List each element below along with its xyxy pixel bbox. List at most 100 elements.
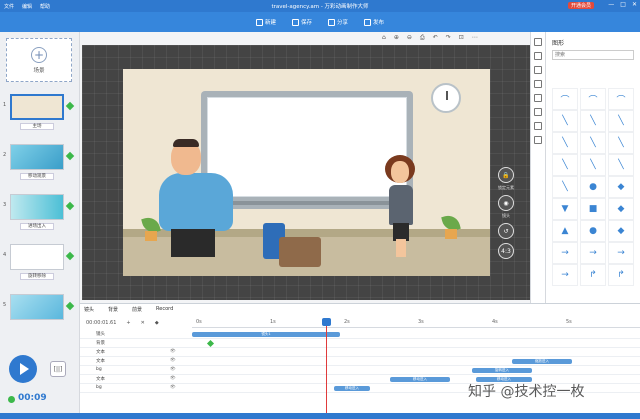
key-prev-icon[interactable]: ◆ (155, 320, 159, 326)
shape-item[interactable]: ╲ (608, 154, 634, 176)
animation-bar[interactable]: 缩放进入 (512, 359, 572, 364)
home-icon[interactable]: ⌂ (382, 34, 386, 42)
scene-item[interactable]: 1 主场 (3, 94, 75, 130)
shape-item[interactable]: ╲ (552, 154, 578, 176)
add-key-icon[interactable]: + (126, 320, 130, 326)
fit-icon[interactable]: ⊡ (459, 34, 464, 42)
transition-icon[interactable] (65, 151, 75, 161)
scene-item[interactable]: 4 旋转移除 (3, 244, 75, 280)
playhead-handle[interactable] (322, 318, 331, 326)
visibility-icon[interactable]: 👁 (170, 376, 176, 381)
timeline-ruler[interactable]: 0s 1s 2s 3s 4s 5s (192, 318, 640, 328)
clock-icon[interactable] (431, 83, 461, 113)
animation-bar[interactable]: 移动进入 (390, 377, 450, 382)
save-button[interactable]: 保存 (291, 18, 312, 26)
transition-icon[interactable] (65, 101, 75, 111)
scene-item[interactable]: 2 移动观景 (3, 144, 75, 180)
shape-item[interactable]: → (580, 242, 606, 264)
redo-icon[interactable]: ↷ (446, 34, 451, 42)
shape-item[interactable]: ■ (580, 198, 606, 220)
animation-bar[interactable]: 移动进入 (334, 386, 370, 391)
tab-foreground[interactable]: 前景 (132, 306, 142, 313)
timeline-row[interactable]: 文本 👁 缩放进入 (80, 357, 640, 366)
playhead[interactable] (326, 320, 327, 419)
zoom-in-icon[interactable]: ⊕ (394, 34, 399, 42)
undo-icon[interactable]: ↶ (433, 34, 438, 42)
shape-item[interactable]: ↱ (580, 264, 606, 286)
transition-icon[interactable] (65, 301, 75, 311)
keyframe-icon[interactable] (206, 339, 215, 348)
shape-item[interactable]: ↱ (608, 264, 634, 286)
man-character[interactable] (159, 173, 233, 231)
shape-item[interactable]: ⌒ (580, 88, 606, 110)
shape-item[interactable]: ╲ (552, 132, 578, 154)
transition-icon[interactable] (65, 201, 75, 211)
print-icon[interactable]: ⎙ (420, 34, 425, 42)
shape-search-input[interactable]: 搜索 (552, 50, 634, 60)
record-icon[interactable]: ◉ (498, 195, 514, 211)
timeline-row[interactable]: 镜头 镜头1 (80, 330, 640, 339)
reset-icon[interactable]: ↺ (498, 223, 514, 239)
lock-icon[interactable]: 🔒 (498, 167, 514, 183)
visibility-icon[interactable]: 👁 (170, 349, 176, 354)
shape-item[interactable]: ╲ (580, 110, 606, 132)
delete-key-icon[interactable]: ✕ (141, 320, 145, 326)
tab-record[interactable]: Record (156, 306, 173, 313)
video-tool-icon[interactable] (534, 108, 542, 116)
add-scene-button[interactable]: + 场景 (6, 38, 72, 82)
shape-tool-icon[interactable] (534, 38, 542, 46)
shape-item[interactable]: ╲ (608, 132, 634, 154)
shape-item[interactable]: ╲ (608, 110, 634, 132)
shape-item[interactable]: ⌒ (552, 88, 578, 110)
step-button[interactable]: [||] (50, 361, 66, 377)
maximize-icon[interactable]: □ (620, 1, 626, 8)
bubble-tool-icon[interactable] (534, 80, 542, 88)
shape-item[interactable]: ◆ (608, 176, 634, 198)
chart-tool-icon[interactable] (534, 94, 542, 102)
effect-tool-icon[interactable] (534, 136, 542, 144)
visibility-icon[interactable]: 👁 (170, 385, 176, 390)
shape-item[interactable]: → (552, 242, 578, 264)
shape-item[interactable]: ● (580, 220, 606, 242)
shape-item[interactable]: ╲ (552, 110, 578, 132)
timeline-row[interactable]: bg 👁 旋转进入 (80, 366, 640, 375)
visibility-icon[interactable]: 👁 (170, 358, 176, 363)
animation-bar[interactable]: 旋转进入 (472, 368, 532, 373)
vip-button[interactable]: 开通会员 (568, 2, 595, 9)
suitcase-brown[interactable] (279, 237, 321, 267)
shape-item[interactable]: ● (580, 176, 606, 198)
zoom-out-icon[interactable]: ⊖ (407, 34, 412, 42)
shape-item[interactable]: ╲ (552, 176, 578, 198)
new-button[interactable]: 新建 (255, 18, 276, 26)
camera-bar[interactable]: 镜头1 (192, 332, 340, 337)
text-tool-icon[interactable] (534, 66, 542, 74)
transition-icon[interactable] (65, 251, 75, 261)
scene-item[interactable]: 5 (3, 294, 75, 320)
plant-icon[interactable] (441, 213, 461, 239)
image-tool-icon[interactable] (534, 52, 542, 60)
scene-canvas[interactable] (123, 69, 490, 276)
publish-button[interactable]: 发布 (364, 18, 384, 26)
minimize-icon[interactable]: — (608, 1, 614, 8)
share-button[interactable]: 分享 (328, 18, 348, 26)
shape-item[interactable]: ◆ (608, 220, 634, 242)
more-icon[interactable]: ⋯ (472, 34, 478, 42)
tab-camera[interactable]: 镜头 (84, 306, 94, 313)
close-icon[interactable]: ✕ (632, 1, 637, 8)
shape-item[interactable]: → (608, 242, 634, 264)
ratio-button[interactable]: 4:3 (498, 243, 514, 259)
play-button[interactable] (9, 355, 37, 383)
plant-icon[interactable] (141, 215, 161, 241)
shape-item[interactable]: ▼ (552, 198, 578, 220)
scene-item[interactable]: 3 进场出入 (3, 194, 75, 230)
shape-item[interactable]: ╲ (580, 132, 606, 154)
timeline-row[interactable]: 文本 👁 (80, 348, 640, 357)
visibility-icon[interactable]: 👁 (170, 367, 176, 372)
shape-item[interactable]: ▲ (552, 220, 578, 242)
shape-item[interactable]: ⌒ (608, 88, 634, 110)
tab-background[interactable]: 背景 (108, 306, 118, 313)
audio-tool-icon[interactable] (534, 122, 542, 130)
shape-item[interactable]: ◆ (608, 198, 634, 220)
shape-item[interactable]: ╲ (580, 154, 606, 176)
shape-item[interactable]: → (552, 264, 578, 286)
